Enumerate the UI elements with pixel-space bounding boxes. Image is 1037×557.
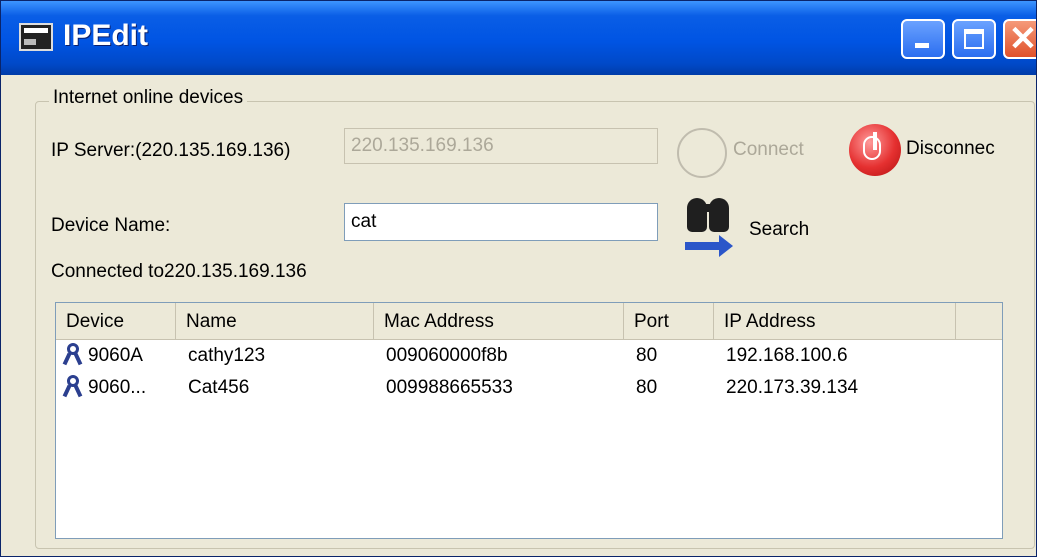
connect-icon [677, 128, 727, 178]
disconnect-button[interactable]: Disconnec [906, 138, 995, 160]
ip-server-label: IP Server:(220.135.169.136) [51, 140, 291, 161]
binoculars-icon[interactable] [685, 196, 741, 262]
column-header-device[interactable]: Device [56, 303, 176, 339]
title-bar[interactable]: IPEdit ✕ [1, 1, 1037, 75]
device-name-label: Device Name: [51, 215, 171, 236]
power-icon[interactable] [849, 124, 901, 176]
column-header-filler [956, 303, 1002, 339]
close-button[interactable]: ✕ [1003, 19, 1037, 59]
mac-cell: 009988665533 [386, 377, 513, 398]
app-icon[interactable] [19, 23, 53, 51]
maximize-icon [954, 21, 994, 57]
minimize-button[interactable] [901, 19, 945, 59]
device-cell: 9060... [88, 377, 147, 398]
mac-cell: 009060000f8b [386, 345, 508, 366]
port-cell: 80 [636, 377, 658, 398]
ip-cell: 192.168.100.6 [726, 345, 848, 366]
table-row[interactable]: 9060A cathy123 009060000f8b 80 192.168.1… [56, 341, 1002, 371]
connect-button: Connect [733, 139, 804, 160]
search-button[interactable]: Search [749, 219, 809, 241]
column-header-name[interactable]: Name [176, 303, 374, 339]
minimize-icon [903, 21, 943, 57]
connection-status: Connected to220.135.169.136 [51, 261, 307, 282]
table-row[interactable]: 9060... Cat456 009988665533 80 220.173.3… [56, 373, 1002, 403]
name-cell: cathy123 [188, 345, 266, 366]
device-icon [62, 343, 84, 366]
column-header-port[interactable]: Port [624, 303, 714, 339]
device-icon [62, 375, 84, 398]
device-name-input[interactable] [344, 203, 658, 241]
device-list[interactable]: Device Name Mac Address Port IP Address … [55, 302, 1003, 539]
group-legend: Internet online devices [49, 87, 248, 109]
device-cell: 9060A [88, 345, 143, 366]
port-cell: 80 [636, 345, 658, 366]
name-cell: Cat456 [188, 377, 250, 398]
list-header: Device Name Mac Address Port IP Address [56, 303, 1002, 340]
column-header-mac[interactable]: Mac Address [374, 303, 624, 339]
column-header-ip[interactable]: IP Address [714, 303, 956, 339]
ip-cell: 220.173.39.134 [726, 377, 859, 398]
maximize-button[interactable] [952, 19, 996, 59]
close-icon: ✕ [1008, 20, 1037, 58]
ip-server-input [344, 128, 658, 164]
window-title: IPEdit [63, 19, 149, 52]
ipedit-window: IPEdit ✕ Internet online devices IP Serv… [0, 0, 1037, 557]
